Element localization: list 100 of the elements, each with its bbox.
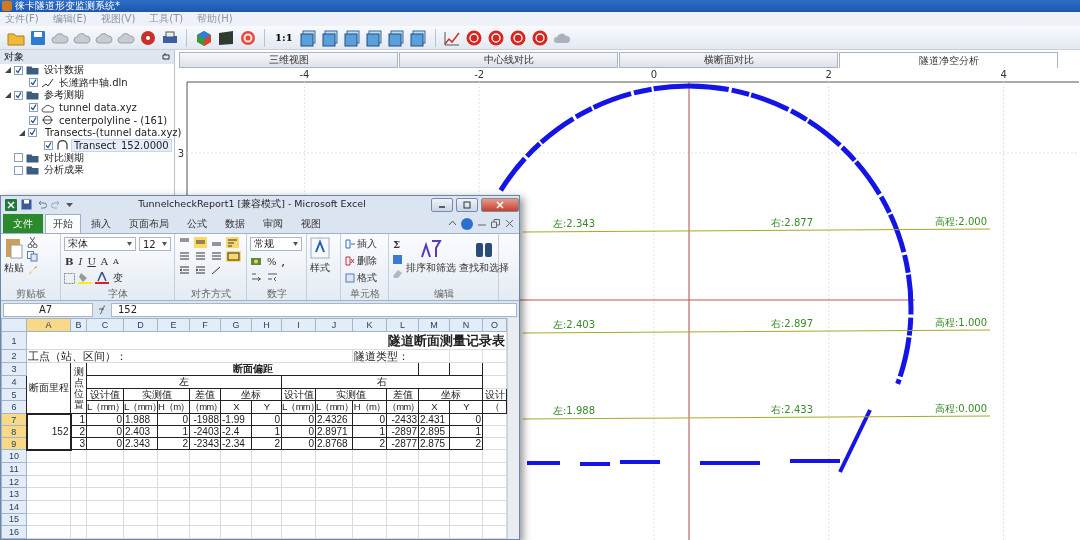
restore-icon[interactable] <box>491 219 500 228</box>
tree-item[interactable]: 参考测期 <box>42 88 86 103</box>
column-header[interactable]: N <box>449 318 483 332</box>
insert-button[interactable]: 插入 <box>344 237 378 251</box>
column-header[interactable]: E <box>157 318 190 332</box>
checkbox[interactable] <box>14 153 23 163</box>
view-tab[interactable]: 隧道净空分析 <box>839 52 1058 68</box>
file-tab[interactable]: 文件 <box>3 214 43 233</box>
expanded-arrow-icon[interactable] <box>19 129 25 136</box>
tree-item[interactable]: 分析成果 <box>42 163 86 178</box>
increase-decimal-icon[interactable] <box>250 271 263 282</box>
checkbox[interactable] <box>14 90 23 100</box>
autosum-button[interactable]: Σ <box>392 237 402 251</box>
bold-button[interactable]: B <box>64 254 75 268</box>
ribbon-tab[interactable]: 插入 <box>83 214 119 233</box>
box-view-icon[interactable] <box>343 28 362 47</box>
name-box[interactable]: A7 <box>3 302 93 317</box>
font-size-field[interactable]: 12 <box>139 237 171 251</box>
checkbox[interactable] <box>29 78 38 88</box>
round-badge-icon[interactable] <box>465 28 484 47</box>
expanded-arrow-icon[interactable] <box>4 67 11 74</box>
ribbon-tab[interactable]: 开始 <box>45 214 81 233</box>
close-icon[interactable] <box>505 219 514 228</box>
tree-item[interactable]: tunnel data.xyz <box>57 102 139 114</box>
comma-button[interactable]: , <box>280 254 286 268</box>
tree-item[interactable]: Transects-(tunnel data.xyz) <box>43 127 184 139</box>
checkbox[interactable] <box>29 115 38 125</box>
minimize-button[interactable] <box>431 197 453 212</box>
save-icon[interactable] <box>21 199 32 210</box>
checkbox[interactable] <box>28 128 37 138</box>
column-header[interactable]: L <box>386 318 419 332</box>
increase-indent-icon[interactable] <box>194 265 207 276</box>
cube-icon[interactable] <box>194 28 213 47</box>
format-button[interactable]: 格式 <box>344 271 378 285</box>
box-view-icon[interactable] <box>387 28 406 47</box>
column-header[interactable]: J <box>315 318 353 332</box>
scrollbar[interactable] <box>507 318 519 539</box>
decrease-decimal-icon[interactable] <box>266 271 279 282</box>
round-badge-icon[interactable] <box>531 28 550 47</box>
tree-item[interactable]: Transect_152.0000 <box>72 139 171 151</box>
dark-panel-icon[interactable] <box>216 28 235 47</box>
caret-icon[interactable] <box>66 201 73 208</box>
grow-font-button[interactable]: A <box>99 254 110 268</box>
disc-icon[interactable] <box>138 28 157 47</box>
checkbox[interactable] <box>29 103 38 113</box>
tree-item[interactable]: 设计数据 <box>42 63 86 78</box>
target-icon[interactable] <box>238 28 257 47</box>
find-select-button[interactable]: 查找和选择 <box>459 237 509 275</box>
maximize-button[interactable] <box>456 197 478 212</box>
view-tab[interactable]: 横断面对比 <box>619 52 838 68</box>
delete-button[interactable]: 删除 <box>344 254 378 268</box>
box-view-icon[interactable] <box>299 28 318 47</box>
column-header[interactable]: H <box>251 318 282 332</box>
column-header[interactable]: M <box>418 318 450 332</box>
font-name-field[interactable]: 宋体 <box>64 237 136 251</box>
ribbon-tab[interactable]: 公式 <box>179 214 215 233</box>
column-header[interactable]: I <box>281 318 316 332</box>
box-view-icon[interactable] <box>409 28 428 47</box>
paste-button[interactable]: 粘贴 <box>4 237 24 275</box>
fill-down-icon[interactable] <box>392 254 403 265</box>
ribbon-tab[interactable]: 审阅 <box>255 214 291 233</box>
scale-button[interactable]: 1:1 <box>272 28 296 47</box>
phonetic-button[interactable]: 变 <box>112 271 124 285</box>
tree-item[interactable]: 对比测期 <box>42 150 86 165</box>
border-icon[interactable] <box>64 272 75 284</box>
currency-icon[interactable] <box>250 255 263 267</box>
align-middle-icon[interactable] <box>194 237 207 248</box>
percent-button[interactable]: % <box>266 254 278 268</box>
round-badge-icon[interactable] <box>509 28 528 47</box>
merge-cells-icon[interactable] <box>226 251 241 262</box>
column-header[interactable]: F <box>189 318 221 332</box>
ribbon-tab[interactable]: 页面布局 <box>121 214 177 233</box>
caret-icon[interactable] <box>449 220 456 227</box>
column-header[interactable]: C <box>86 318 124 332</box>
checkbox[interactable] <box>14 65 23 75</box>
align-right-icon[interactable] <box>210 251 223 262</box>
fill-color-icon[interactable] <box>78 272 92 284</box>
italic-button[interactable]: I <box>77 254 84 268</box>
box-view-icon[interactable] <box>321 28 340 47</box>
checkbox[interactable] <box>14 165 23 175</box>
column-header[interactable]: D <box>123 318 158 332</box>
ribbon-tab[interactable]: 视图 <box>293 214 329 233</box>
formula-field[interactable]: 152 <box>111 302 517 317</box>
box-view-icon[interactable] <box>365 28 384 47</box>
tree-item[interactable]: 长潍路中轴.dln <box>57 75 130 90</box>
expanded-arrow-icon[interactable] <box>4 92 11 99</box>
save-icon[interactable] <box>28 28 47 47</box>
round-badge-icon[interactable] <box>487 28 506 47</box>
decrease-indent-icon[interactable] <box>178 265 191 276</box>
column-header[interactable]: O <box>482 318 507 332</box>
sort-filter-button[interactable]: 排序和筛选 <box>406 237 456 275</box>
font-color-icon[interactable] <box>95 272 109 284</box>
align-left-icon[interactable] <box>178 251 191 262</box>
underline-button[interactable]: U <box>86 254 97 268</box>
shrink-font-button[interactable]: A <box>112 254 120 268</box>
number-format-field[interactable]: 常规 <box>250 237 302 251</box>
copy-icon[interactable] <box>27 251 38 262</box>
ribbon-tab[interactable]: 数据 <box>217 214 253 233</box>
undo-icon[interactable] <box>36 199 47 210</box>
column-header[interactable]: A <box>26 318 71 332</box>
